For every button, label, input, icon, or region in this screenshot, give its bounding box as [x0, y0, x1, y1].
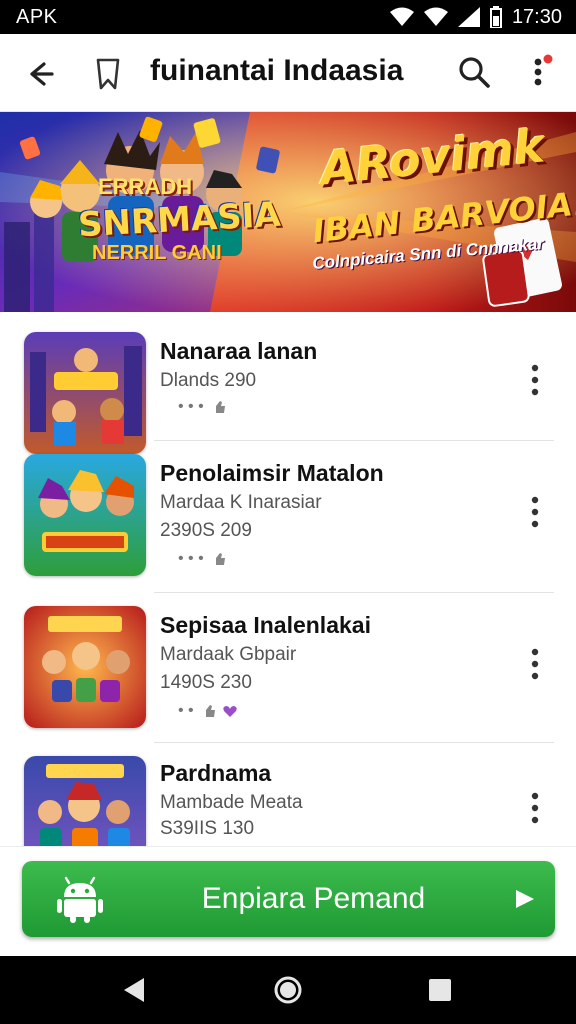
- banner-left-pretitle: ERRADH: [98, 174, 193, 199]
- app-thumbnail: [24, 756, 146, 846]
- app-developer: Mardaak Gbpair: [160, 644, 297, 665]
- app-size: 2390S 209: [160, 520, 252, 541]
- item-more-icon[interactable]: [522, 644, 548, 684]
- divider: [154, 742, 554, 743]
- divider: [154, 592, 554, 593]
- app-developer: Dlands 290: [160, 370, 257, 391]
- status-icons: 17:30: [389, 5, 562, 29]
- item-more-icon[interactable]: [522, 360, 548, 400]
- search-icon[interactable]: [456, 54, 492, 90]
- app-size: S39IIS 130: [160, 818, 255, 839]
- wifi-icon: [389, 7, 414, 26]
- page-title: fuinantai Indaasia: [150, 54, 404, 87]
- status-bar: APK 17:30: [0, 0, 576, 34]
- download-button[interactable]: Enpiara Pemand: [22, 861, 555, 937]
- heart-icon: [222, 706, 237, 717]
- item-more-icon[interactable]: [522, 788, 548, 828]
- bookmark-icon[interactable]: [92, 56, 124, 92]
- app-thumbnail: [24, 332, 146, 454]
- signal-icon: [457, 7, 480, 27]
- app-meta: • • •: [178, 398, 226, 416]
- system-nav-bar: [0, 956, 576, 1024]
- thumb-icon: [201, 705, 215, 717]
- app-name: Pardnama: [160, 760, 272, 786]
- banner-left-subtitle: NERRIL GANI: [92, 242, 222, 264]
- promo-banner[interactable]: ♦ ERRADH SNRMASIA NERRIL GANI ARovimk IB…: [0, 112, 576, 312]
- thumb-icon: [211, 553, 225, 565]
- app-developer: Mardaa K Inarasiar: [160, 492, 322, 513]
- app-thumbnail: [24, 606, 146, 728]
- bottom-action-area: Enpiara Pemand: [0, 846, 576, 956]
- nav-recent-icon[interactable]: [424, 974, 456, 1006]
- thumb-icon: [211, 401, 225, 413]
- app-name: Nanaraa lanan: [160, 338, 318, 364]
- meta-dots: • • •: [178, 550, 204, 567]
- divider: [154, 440, 554, 441]
- wifi-full-icon: [423, 7, 448, 26]
- meta-dots: • • •: [178, 398, 204, 415]
- list-item[interactable]: Penolaimsir Matalon Mardaa K Inarasiar 2…: [0, 442, 576, 592]
- arrow-left-icon[interactable]: [22, 56, 58, 92]
- more-vert-icon[interactable]: [526, 52, 556, 92]
- status-carrier: APK: [16, 5, 58, 28]
- app-name: Sepisaa Inalenlakai: [160, 612, 371, 638]
- download-button-label: Enpiara Pemand: [201, 882, 426, 915]
- item-more-icon[interactable]: [522, 492, 548, 532]
- app-size: 1490S 230: [160, 672, 252, 693]
- app-developer: Mambade Meata: [160, 792, 303, 813]
- status-time: 17:30: [511, 5, 562, 28]
- app-bar: fuinantai Indaasia: [0, 34, 576, 112]
- battery-icon: [489, 6, 502, 28]
- nav-back-icon[interactable]: [118, 974, 150, 1006]
- list-item[interactable]: Sepisaa Inalenlakai Mardaak Gbpair 1490S…: [0, 594, 576, 744]
- play-icon: [516, 890, 534, 908]
- list-item[interactable]: Pardnama Mambade Meata S39IIS 130: [0, 744, 576, 846]
- app-meta: • • •: [178, 550, 226, 568]
- nav-home-icon[interactable]: [272, 974, 304, 1006]
- app-meta: • •: [178, 702, 238, 720]
- app-thumbnail: [24, 454, 146, 576]
- app-name: Penolaimsir Matalon: [160, 460, 384, 486]
- meta-dots: • •: [178, 702, 194, 719]
- app-list: Nanaraa lanan Dlands 290 • • • Penolaims…: [0, 314, 576, 846]
